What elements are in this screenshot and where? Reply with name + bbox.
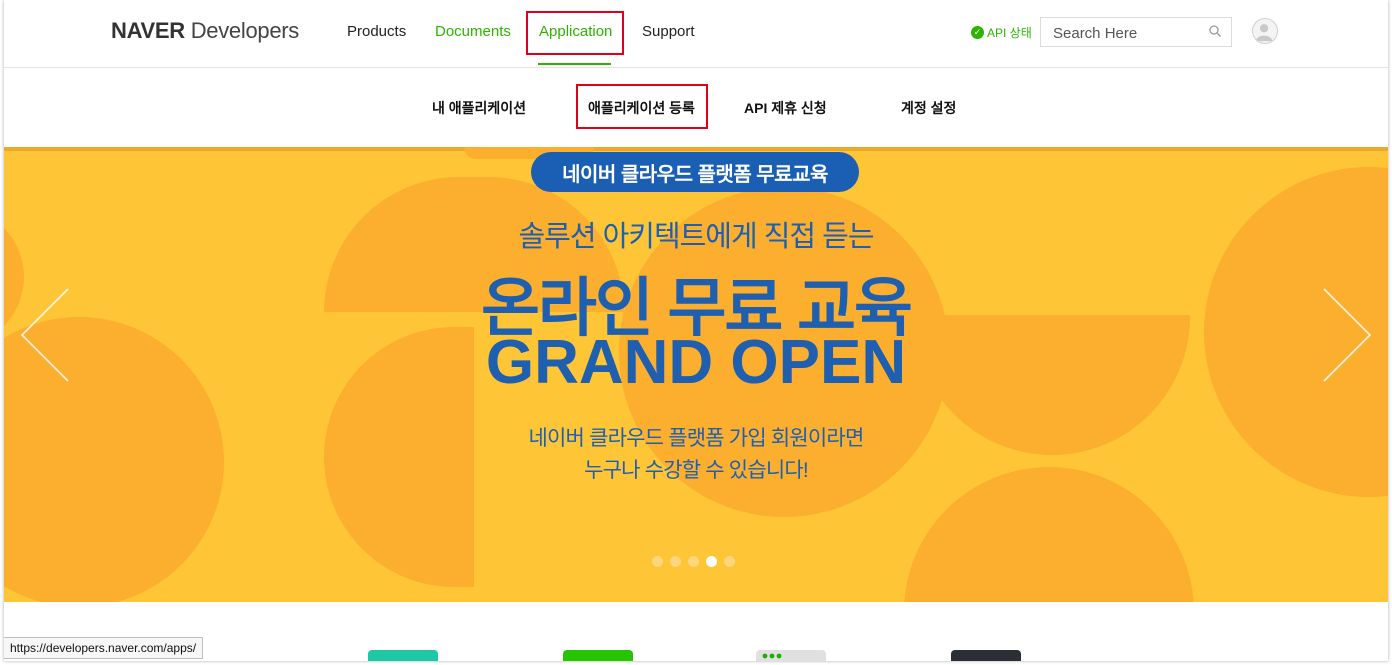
api-status-label: API 상태 bbox=[987, 26, 1032, 40]
carousel-next-chevron-icon[interactable] bbox=[1322, 287, 1372, 383]
decor-half-bottom-right bbox=[904, 467, 1194, 602]
carousel-dot-2[interactable] bbox=[670, 556, 681, 567]
subnav-api-partnership[interactable]: API 제휴 신청 bbox=[744, 98, 827, 118]
nav-products[interactable]: Products bbox=[347, 23, 406, 40]
carousel-pagination bbox=[652, 556, 735, 567]
logo-developers: Developers bbox=[184, 18, 300, 43]
naver-developers-logo[interactable]: NAVER Developers bbox=[111, 18, 299, 44]
carousel-prev-chevron-icon[interactable] bbox=[20, 287, 70, 383]
global-header: NAVER Developers Products Documents Appl… bbox=[4, 0, 1388, 68]
browser-viewport: NAVER Developers Products Documents Appl… bbox=[4, 0, 1388, 661]
promo-banner[interactable]: 네이버 클라우드 플랫폼 무료교육 솔루션 아키텍트에게 직접 듣는 온라인 무… bbox=[4, 147, 1388, 602]
highlight-box-application bbox=[526, 11, 624, 55]
service-card-3[interactable] bbox=[756, 650, 826, 661]
api-status-link[interactable]: ✓ API 상태 bbox=[971, 24, 1032, 41]
check-circle-icon: ✓ bbox=[971, 26, 984, 39]
sub-navigation: 내 애플리케이션 애플리케이션 등록 API 제휴 신청 계정 설정 bbox=[4, 68, 1388, 147]
active-tab-underline bbox=[538, 63, 611, 65]
banner-shadow bbox=[4, 147, 1388, 151]
nav-support[interactable]: Support bbox=[642, 23, 695, 40]
dots-icon bbox=[762, 653, 782, 659]
logo-naver: NAVER bbox=[111, 18, 185, 43]
status-bar-url: https://developers.naver.com/apps/ bbox=[4, 637, 204, 659]
carousel-dot-3[interactable] bbox=[688, 556, 699, 567]
banner-description-line1: 네이버 클라우드 플랫폼 가입 회원이라면 bbox=[528, 427, 865, 450]
nav-documents[interactable]: Documents bbox=[435, 23, 511, 40]
banner-description-line2: 누구나 수강할 수 있습니다! bbox=[584, 459, 809, 482]
banner-badge: 네이버 클라우드 플랫폼 무료교육 bbox=[531, 152, 859, 192]
banner-grand-open: GRAND OPEN bbox=[485, 328, 907, 397]
banner-subtitle: 솔루션 아키텍트에게 직접 듣는 bbox=[518, 221, 874, 253]
service-card-2[interactable] bbox=[563, 650, 633, 661]
service-card-4[interactable] bbox=[951, 650, 1021, 661]
carousel-dot-5[interactable] bbox=[724, 556, 735, 567]
service-card-1[interactable] bbox=[368, 650, 438, 661]
search-input[interactable] bbox=[1051, 19, 1205, 47]
carousel-dot-1[interactable] bbox=[652, 556, 663, 567]
search-box bbox=[1040, 17, 1232, 47]
subnav-account-settings[interactable]: 계정 설정 bbox=[901, 98, 956, 118]
carousel-dot-4-active[interactable] bbox=[706, 556, 717, 567]
search-icon[interactable] bbox=[1209, 25, 1221, 37]
highlight-box-register bbox=[576, 84, 708, 129]
content-section bbox=[4, 602, 1388, 661]
banner-description: 네이버 클라우드 플랫폼 가입 회원이라면 누구나 수강할 수 있습니다! bbox=[4, 423, 1388, 487]
subnav-my-applications[interactable]: 내 애플리케이션 bbox=[432, 98, 526, 118]
user-avatar-icon[interactable] bbox=[1252, 18, 1278, 44]
